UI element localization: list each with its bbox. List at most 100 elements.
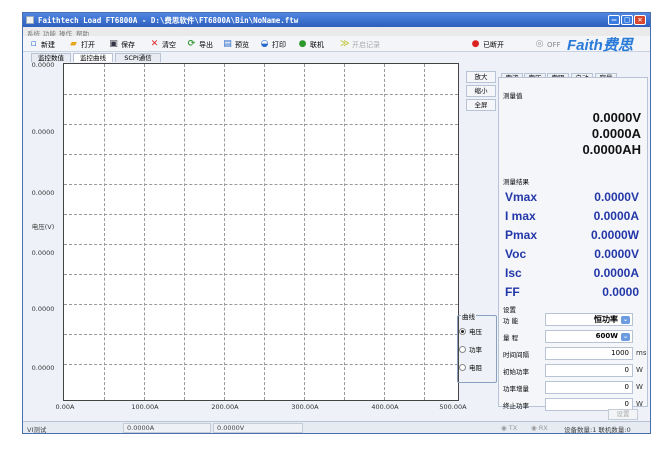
voc-label: Voc xyxy=(505,247,527,261)
clear-button[interactable]: ✕ 清空 xyxy=(150,39,176,50)
grid-line-h xyxy=(64,94,458,95)
step-power-input[interactable]: 0 xyxy=(545,381,633,394)
status-bar: VI测试 0.0000A 0.0000V ◉ TX ◉ RX 设备数量:1 联机… xyxy=(23,421,650,434)
save-button[interactable]: ▣ 保存 xyxy=(109,39,135,50)
rx-led-icon: ◉ xyxy=(531,424,537,432)
app-icon xyxy=(26,16,34,24)
grid-line-h xyxy=(64,214,458,215)
status-current: 0.0000A xyxy=(123,423,211,433)
tx-indicator: ◉ TX xyxy=(501,424,518,432)
x-tick-label: 100.00A xyxy=(131,403,159,411)
y-tick-label: 0.0000 xyxy=(31,128,55,136)
step-power-row: 功率增量 0 W xyxy=(503,381,643,394)
measure-title: 测量值 xyxy=(503,92,523,100)
grid-line-h xyxy=(64,334,458,335)
disconnected-icon: ● xyxy=(471,39,480,49)
grid-line-v xyxy=(224,64,225,400)
grid-line-v xyxy=(424,64,425,400)
interval-input[interactable]: 1000 xyxy=(545,347,633,360)
menu-bar: 系统 功能 操作 帮助 xyxy=(23,27,650,38)
isc-value: 0.0000A xyxy=(593,266,639,280)
curve-title: 曲线 xyxy=(461,311,476,321)
isc-label: Isc xyxy=(505,266,522,280)
grid-line-h xyxy=(64,274,458,275)
start-recording-button[interactable]: ≫ 开启记录 xyxy=(340,39,380,50)
tx-led-icon: ◉ xyxy=(501,424,507,432)
radio-dot xyxy=(459,345,466,353)
minimize-button[interactable]: – xyxy=(608,15,620,25)
measured-current: 0.0000A xyxy=(591,126,641,141)
preview-button[interactable]: ▤ 预览 xyxy=(223,39,249,50)
y-tick-label: 0.0000 xyxy=(31,189,55,197)
zoom-in-button[interactable]: 放大 xyxy=(466,71,496,83)
function-select[interactable]: 恒功率 ⌄ xyxy=(545,313,633,326)
y-tick-label: 0.0000 xyxy=(31,249,55,257)
tab-monitor-curve[interactable]: 监控曲线 xyxy=(73,53,113,62)
print-button[interactable]: ◒ 打印 xyxy=(260,39,286,50)
vmax-value: 0.0000V xyxy=(594,190,639,204)
save-icon: ▣ xyxy=(109,39,118,49)
open-button[interactable]: ▰ 打开 xyxy=(69,39,95,50)
pmax-value: 0.0000W xyxy=(590,228,639,242)
grid-line-h xyxy=(64,304,458,305)
toolbar: ▫ 新建 ▰ 打开 ▣ 保存 ✕ 清空 ⟳ 导出 ▤ 预览 ◒ 打印 ● 联机 ≫ 开启记录 ● 已… xyxy=(23,36,650,54)
close-button[interactable]: ✕ xyxy=(634,15,646,25)
imax-value: 0.0000A xyxy=(593,209,639,223)
grid-line-v xyxy=(344,64,345,400)
export-icon: ⟳ xyxy=(187,39,196,49)
grid-line-v xyxy=(184,64,185,400)
vmax-label: Vmax xyxy=(505,190,538,204)
ff-label: FF xyxy=(505,285,520,299)
radio-dot xyxy=(459,327,466,335)
y-axis-label: 电压(V) xyxy=(31,223,55,231)
power-toggle[interactable]: ◎ OFF xyxy=(535,39,561,50)
interval-row: 时间间隔 1000 ms xyxy=(503,347,647,360)
radio-dot xyxy=(459,363,466,371)
status-voltage: 0.0000V xyxy=(213,423,303,433)
grid-line-v xyxy=(104,64,105,400)
grid-line-h xyxy=(64,244,458,245)
range-row: 量 程 600W ⌄ xyxy=(501,329,645,344)
zoom-out-button[interactable]: 缩小 xyxy=(466,85,496,97)
x-tick-label: 300.00A xyxy=(291,403,319,411)
new-button[interactable]: ▫ 新建 xyxy=(29,39,55,50)
apply-settings-button[interactable]: 设置 xyxy=(608,409,638,420)
curve-resistance-radio[interactable]: 电阻 xyxy=(459,362,482,372)
x-tick-label: 400.00A xyxy=(371,403,399,411)
grid-line-v xyxy=(264,64,265,400)
online-button[interactable]: ● 联机 xyxy=(298,39,324,50)
window-title: Faithtech Load FT6800A - D:\费思软件\FT6800A… xyxy=(38,16,299,25)
start-power-row: 初始功率 0 W xyxy=(503,364,643,377)
ff-value: 0.0000 xyxy=(602,285,639,299)
chevron-down-icon: ⌄ xyxy=(621,333,630,341)
view-tabs: 监控数值 监控曲线 SCPI通信 xyxy=(23,53,463,62)
connection-status: ● 已断开 xyxy=(471,39,504,49)
brand-logo: Faith费思 xyxy=(567,36,633,54)
device-count: 设备数量:1 联机数量:0 xyxy=(564,426,631,434)
x-tick-label: 500.00A xyxy=(439,403,467,411)
rx-indicator: ◉ RX xyxy=(531,424,548,432)
chevron-down-icon: ⌄ xyxy=(621,316,630,324)
folder-icon: ▰ xyxy=(70,39,77,49)
preview-icon: ▤ xyxy=(223,39,232,49)
vi-panel: 测量值 0.0000V 0.0000A 0.0000AH 测量结果 Vmax 0… xyxy=(498,77,648,411)
full-screen-button[interactable]: 全屏 xyxy=(466,99,496,111)
start-power-input[interactable]: 0 xyxy=(545,364,633,377)
print-icon: ◒ xyxy=(260,39,269,49)
grid-line-h xyxy=(64,364,458,365)
power-off-icon: ◎ xyxy=(535,39,544,49)
export-button[interactable]: ⟳ 导出 xyxy=(187,39,213,50)
curve-voltage-radio[interactable]: 电压 xyxy=(459,326,482,336)
title-bar: Faithtech Load FT6800A - D:\费思软件\FT6800A… xyxy=(23,13,650,27)
grid-line-v xyxy=(384,64,385,400)
range-select[interactable]: 600W ⌄ xyxy=(545,330,633,343)
record-icon: ≫ xyxy=(340,39,350,49)
status-mode: VI测试 xyxy=(27,426,47,434)
tab-scpi[interactable]: SCPI通信 xyxy=(115,53,161,62)
maximize-button[interactable]: □ xyxy=(621,15,633,25)
function-row: 功 能 恒功率 ⌄ xyxy=(501,312,645,327)
grid-line-h xyxy=(64,154,458,155)
curve-power-radio[interactable]: 功率 xyxy=(459,344,482,354)
grid-line-v xyxy=(304,64,305,400)
online-icon: ● xyxy=(298,39,307,49)
